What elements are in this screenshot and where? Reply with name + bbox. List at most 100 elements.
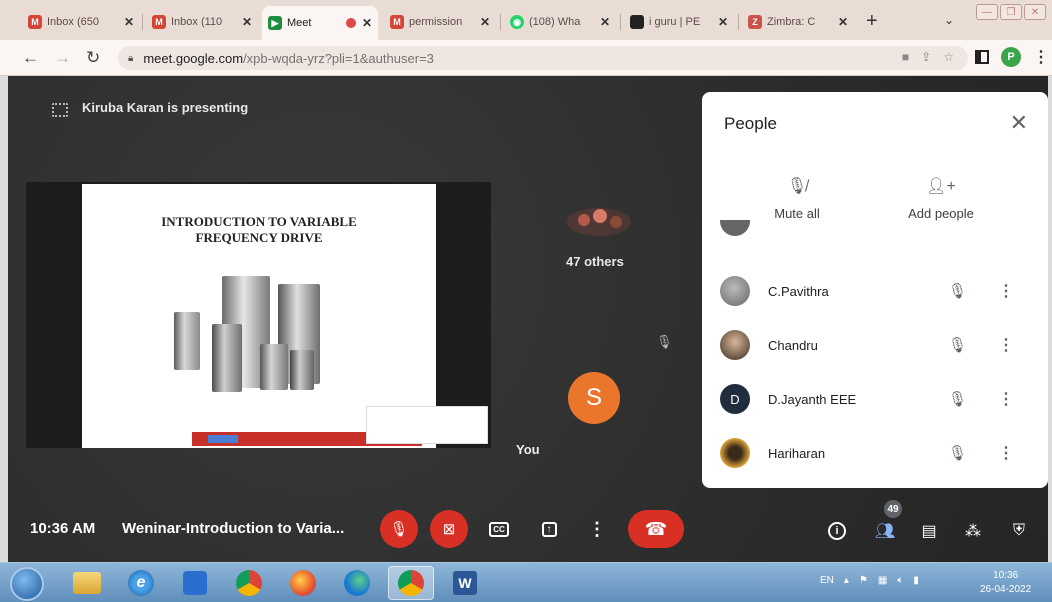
presenter-text: Kiruba Karan is presenting [82, 100, 249, 115]
close-tab-icon[interactable]: ✕ [362, 16, 372, 30]
side-panel-icon[interactable] [975, 50, 989, 64]
microphone-toggle-button[interactable]: 🎙︎ [380, 510, 418, 548]
mic-off-icon: 🎙︎ [948, 391, 968, 408]
close-tab-icon[interactable]: ✕ [124, 15, 134, 29]
edge-taskbar-button[interactable] [334, 566, 380, 600]
others-count-label: 47 others [566, 254, 624, 269]
back-icon[interactable]: ← [22, 48, 39, 68]
word-taskbar-button[interactable]: W [442, 566, 488, 600]
mute-all-button[interactable]: 🎙︎̸ Mute all [742, 176, 852, 221]
meeting-clock: 10:36 AM [30, 520, 96, 537]
more-options-icon[interactable]: ⋮ [998, 443, 1014, 463]
participant-row[interactable]: Chandru 🎙︎ ⋮ [702, 318, 1048, 372]
chevron-down-icon[interactable]: ⌄ [944, 13, 954, 27]
mic-off-icon: 🎙︎ [948, 445, 968, 462]
tab-gmail-inbox-2[interactable]: M Inbox (110 ✕ [146, 8, 258, 36]
file-explorer-taskbar-button[interactable] [64, 566, 110, 600]
chrome-active-taskbar-button[interactable] [388, 566, 434, 600]
vfd-unit-image [290, 350, 314, 390]
more-options-button[interactable]: ⋮ [578, 510, 616, 548]
lock-icon: 🔒︎ [128, 52, 134, 64]
tab-divider [500, 14, 501, 30]
chrome-taskbar-button[interactable] [226, 566, 272, 600]
tray-expand-icon[interactable]: ▴ [844, 575, 849, 586]
maximize-button[interactable]: ❐ [1000, 4, 1022, 20]
tab-title: (108) Wha [529, 16, 581, 28]
chrome-icon [398, 570, 424, 596]
outlook-taskbar-button[interactable] [172, 566, 218, 600]
host-controls-button[interactable]: ⛨ [1004, 516, 1034, 546]
tab-meet[interactable]: ▶ Meet ✕ [262, 6, 378, 40]
add-people-label: Add people [908, 206, 974, 221]
more-options-icon[interactable]: ⋮ [998, 335, 1014, 355]
network-icon[interactable]: ▦ [878, 575, 887, 586]
taskbar-date: 26-04-2022 [980, 584, 1032, 595]
close-tab-icon[interactable]: ✕ [480, 15, 490, 29]
chat-button[interactable]: ▤ [914, 516, 944, 546]
participant-avatar: D [720, 384, 750, 414]
meeting-details-button[interactable]: i [822, 516, 852, 546]
tab-whatsapp[interactable]: ◉ (108) Wha ✕ [504, 8, 616, 36]
power-icon[interactable]: ▮ [913, 575, 919, 586]
show-everyone-button[interactable]: 👥︎ [870, 516, 900, 546]
vfd-unit-image [260, 344, 288, 390]
people-icon: 👥︎ [874, 523, 896, 540]
address-bar[interactable]: 🔒︎ meet.google.com /xpb-wqda-yrz?pli=1&a… [118, 46, 968, 70]
minimize-button[interactable]: — [976, 4, 998, 20]
taskbar-clock[interactable]: 10:36 26-04-2022 [980, 569, 1031, 597]
whatsapp-icon: ◉ [510, 15, 524, 29]
captions-icon: CC [489, 521, 509, 537]
tab-gmail-permission[interactable]: M permission ✕ [384, 8, 496, 36]
forward-icon[interactable]: → [54, 48, 71, 68]
close-tab-icon[interactable]: ✕ [838, 15, 848, 29]
firefox-taskbar-button[interactable] [280, 566, 326, 600]
more-options-icon[interactable]: ⋮ [998, 389, 1014, 409]
mic-off-icon: 🎙︎ [656, 334, 673, 349]
reload-icon[interactable]: ↻ [86, 48, 100, 68]
tab-title: Inbox (650 [47, 16, 99, 28]
add-person-icon: 👤︎+ [926, 178, 956, 195]
tab-gmail-inbox-1[interactable]: M Inbox (650 ✕ [22, 8, 140, 36]
language-indicator[interactable]: EN [820, 575, 834, 586]
chat-icon: ▤ [921, 523, 937, 540]
close-tab-icon[interactable]: ✕ [242, 15, 252, 29]
tab-iguru[interactable]: i guru | PE ✕ [624, 8, 734, 36]
shield-icon: ⛨ [1012, 522, 1025, 539]
participant-name: D.Jayanth EEE [768, 391, 857, 407]
close-icon[interactable]: ✕ [1010, 110, 1028, 136]
captions-button[interactable]: CC [480, 510, 518, 548]
participant-row[interactable]: D D.Jayanth EEE 🎙︎ ⋮ [702, 372, 1048, 426]
bookmark-star-icon[interactable]: ☆ [943, 50, 954, 64]
browser-menu-icon[interactable]: ⋮ [1033, 47, 1049, 67]
new-tab-button[interactable]: + [866, 10, 878, 33]
people-panel: People ✕ 🎙︎̸ Mute all 👤︎+ Add people C.P… [702, 92, 1048, 488]
profile-avatar[interactable]: P [1001, 47, 1021, 67]
folder-icon [73, 572, 101, 594]
tab-title: Meet [287, 17, 312, 29]
participant-row[interactable]: C.Pavithra 🎙︎ ⋮ [702, 264, 1048, 318]
close-tab-icon[interactable]: ✕ [600, 15, 610, 29]
slide-notification-popup [366, 406, 488, 444]
more-options-icon[interactable]: ⋮ [998, 281, 1014, 301]
present-now-button[interactable]: ↑ [530, 510, 568, 548]
participant-row[interactable]: Hariharan 🎙︎ ⋮ [702, 426, 1048, 480]
leave-call-button[interactable]: ☎︎ [628, 510, 684, 548]
close-tab-icon[interactable]: ✕ [718, 15, 728, 29]
browser-toolbar: ← → ↻ 🔒︎ meet.google.com /xpb-wqda-yrz?p… [0, 40, 1052, 76]
share-icon[interactable]: ⇪ [921, 50, 931, 64]
tab-zimbra[interactable]: Z Zimbra: C ✕ [742, 8, 854, 36]
url-host: meet.google.com [143, 50, 244, 66]
camera-toggle-button[interactable]: ⊠ [430, 510, 468, 548]
add-people-button[interactable]: 👤︎+ Add people [886, 176, 996, 221]
internet-explorer-icon: e [128, 570, 154, 596]
start-button[interactable] [10, 567, 44, 601]
camera-icon[interactable]: ■ [902, 50, 909, 64]
internet-explorer-taskbar-button[interactable]: e [118, 566, 164, 600]
url-path: /xpb-wqda-yrz?pli=1&authuser=3 [243, 50, 434, 66]
flag-icon[interactable]: ⚑ [859, 575, 868, 586]
activities-button[interactable]: ⁂ [958, 516, 988, 546]
slide-footer-button [208, 435, 238, 443]
volume-icon[interactable]: 🔈︎ [897, 575, 903, 586]
participant-avatar [720, 438, 750, 468]
close-window-button[interactable]: ✕ [1024, 4, 1046, 20]
